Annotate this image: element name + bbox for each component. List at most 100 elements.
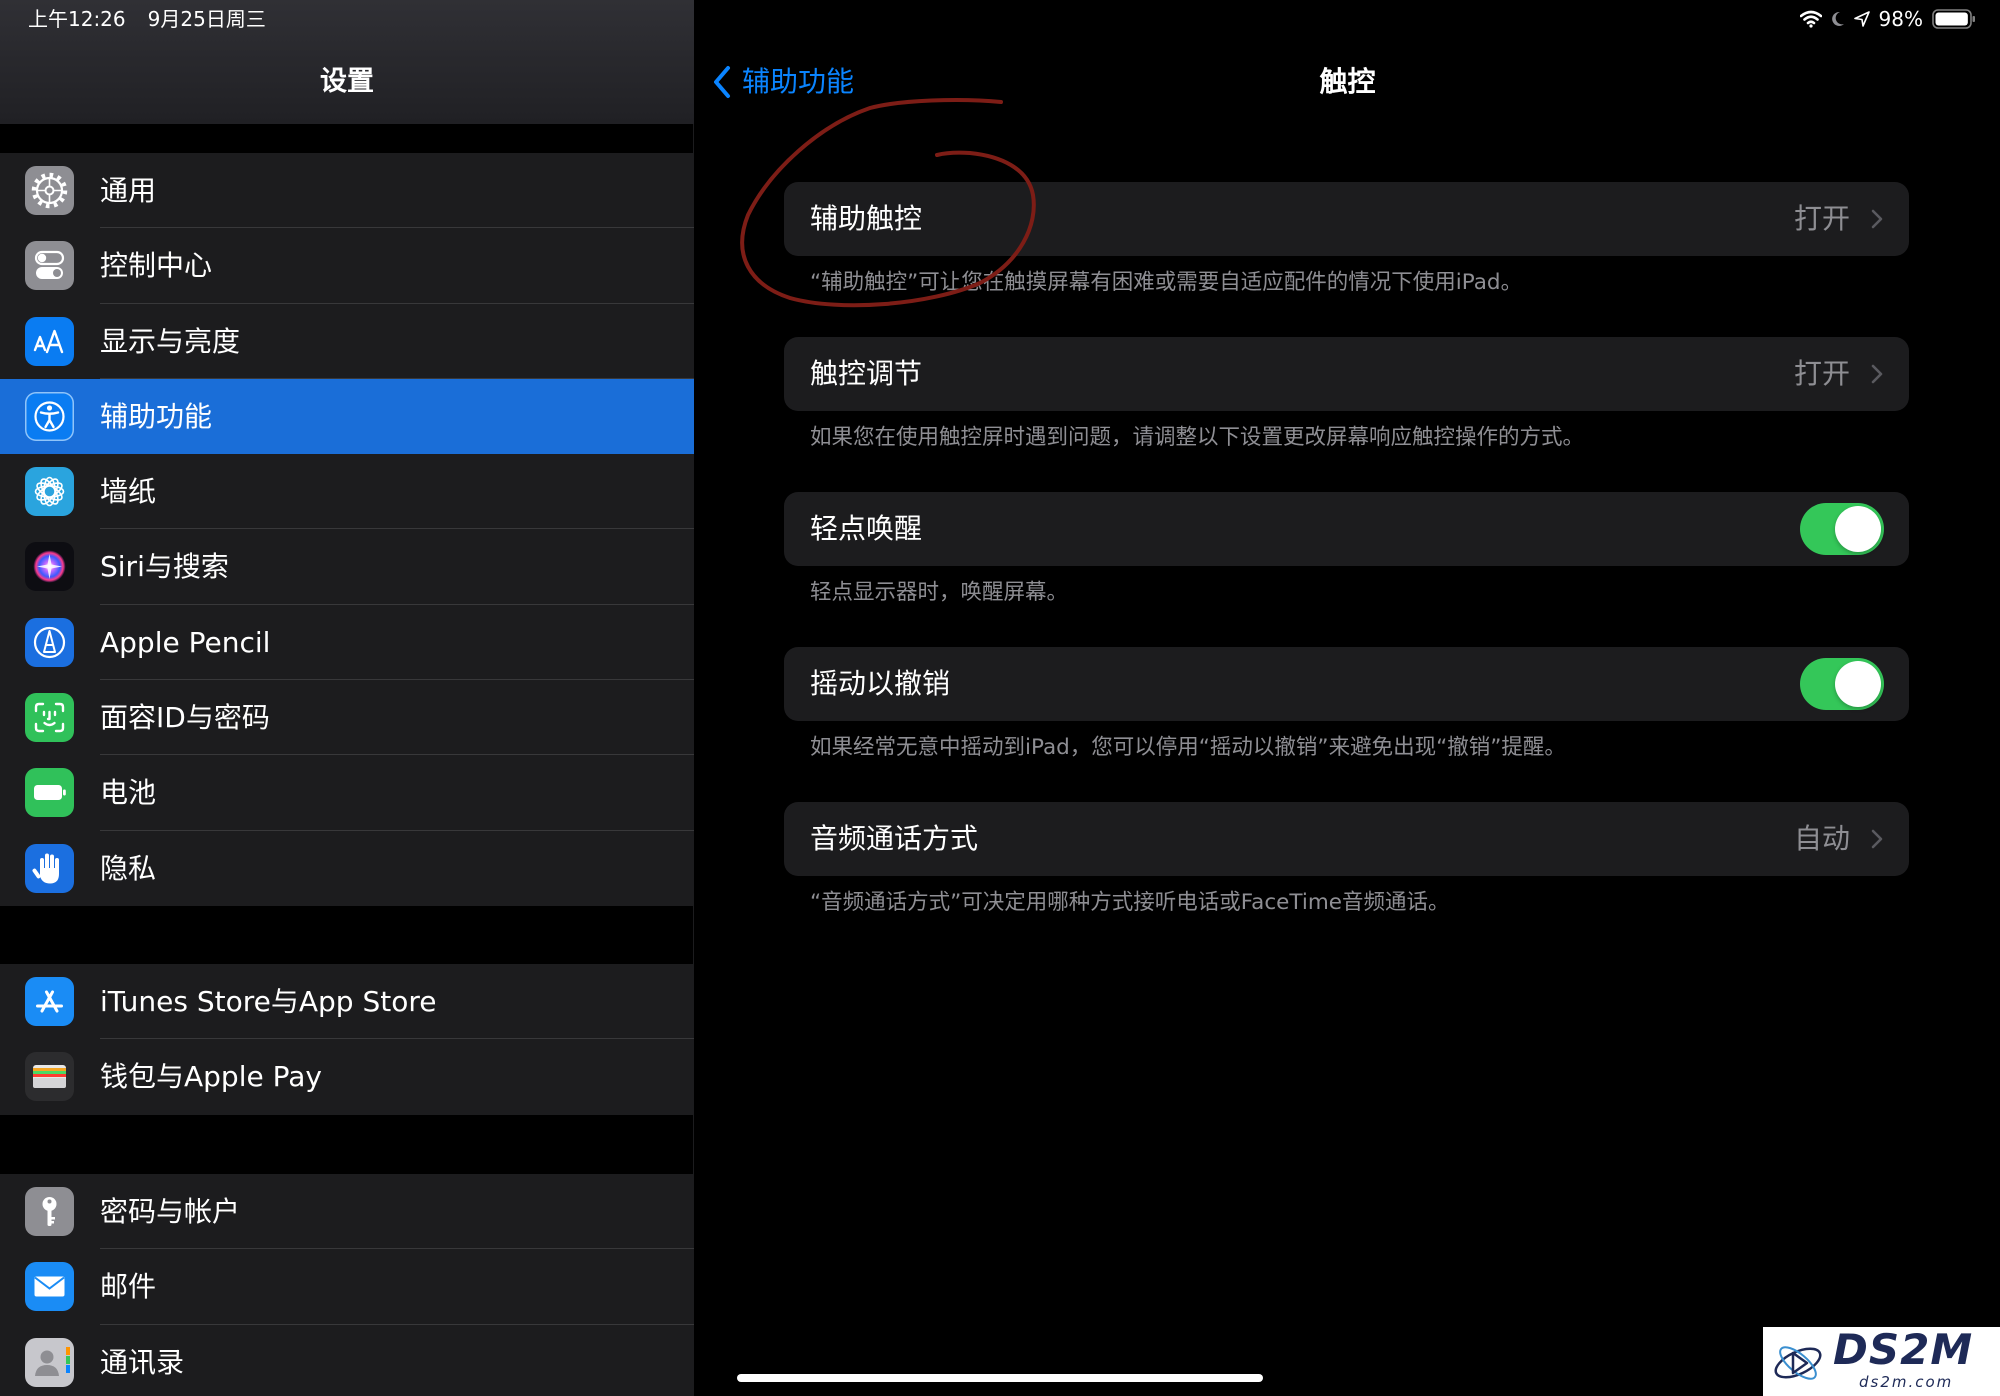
home-indicator[interactable] [737, 1374, 1263, 1382]
display-brightness-icon-graphic [33, 329, 64, 353]
tap-to-wake-row: 轻点唤醒 [784, 492, 1909, 566]
apple-pencil-icon-graphic [33, 626, 66, 658]
sidebar-item-wallpaper[interactable]: 墙纸 [0, 454, 694, 530]
sidebar-item-wallet-apple-pay[interactable]: 钱包与Apple Pay [0, 1039, 694, 1114]
row-title: 触控调节 [810, 357, 923, 390]
call-audio-routing-row[interactable]: 音频通话方式 自动 [784, 802, 1909, 876]
wallpaper-flower-icon [25, 467, 74, 517]
page-title: 触控 [1319, 65, 1376, 98]
sidebar-item-label: 面容ID与密码 [100, 701, 270, 735]
row-value: 自动 [1793, 822, 1850, 855]
sidebar-item-contacts[interactable]: 通讯录 [0, 1325, 694, 1396]
wallet-icon-graphic [33, 1065, 66, 1089]
sidebar-group-1: 通用 控制中心 显示与亮度 辅助功能 墙纸 Siri与搜索 Apple Penc… [0, 153, 694, 906]
sidebar-item-accessibility[interactable]: 辅助功能 [0, 378, 694, 455]
status-bar-left: 上午12:26 9月25日周三 [28, 6, 266, 32]
watermark-logo-text: DS2M [1833, 1325, 1974, 1374]
face-id-icon-graphic [34, 702, 65, 733]
chevron-right-icon [1871, 364, 1883, 384]
contacts-icon [25, 1337, 74, 1387]
watermark-logo-icon [1774, 1346, 1822, 1380]
status-battery-level [1935, 12, 1968, 26]
sidebar-item-control-center[interactable]: 控制中心 [0, 228, 694, 304]
row-value: 打开 [1793, 357, 1850, 390]
row-footer: “辅助触控”可让您在触摸屏幕有困难或需要自适应配件的情况下使用iPad。 [810, 270, 1523, 295]
moon-icon [1831, 11, 1844, 26]
sidebar-item-label: 电池 [100, 776, 157, 810]
sidebar-group-3: 密码与帐户 邮件 通讯录 [0, 1174, 694, 1396]
row-title: 摇动以撤销 [810, 667, 951, 700]
contacts-icon-graphic [35, 1346, 70, 1376]
status-date: 9月25日周三 [147, 7, 266, 31]
sidebar-item-general[interactable]: 通用 [0, 153, 694, 229]
privacy-hand-icon-graphic [32, 853, 59, 884]
accessibility-icon-graphic [34, 401, 65, 432]
sidebar-item-siri-search[interactable]: Siri与搜索 [0, 529, 694, 606]
sidebar-item-privacy[interactable]: 隐私 [0, 831, 694, 906]
location-arrow-icon [1853, 11, 1870, 27]
control-center-icon-graphic [34, 251, 65, 280]
row-title: 辅助触控 [810, 202, 923, 235]
touch-accommodations-row[interactable]: 触控调节 打开 [784, 337, 1909, 411]
sidebar-item-label: Siri与搜索 [100, 550, 229, 584]
gear-icon-graphic [31, 172, 68, 209]
row-title: 轻点唤醒 [810, 512, 923, 545]
key-icon [25, 1187, 74, 1236]
watermark-url: ds2m.com [1859, 1373, 1954, 1391]
sidebar-item-label: 钱包与Apple Pay [100, 1060, 322, 1094]
status-battery-percent: 98% [1878, 7, 1923, 31]
sidebar-item-battery[interactable]: 电池 [0, 755, 694, 831]
app-store-icon-graphic [36, 990, 63, 1013]
battery-icon [1932, 9, 1975, 29]
shake-to-undo-toggle[interactable] [1800, 658, 1884, 710]
sidebar-item-passwords-accounts[interactable]: 密码与帐户 [0, 1174, 694, 1250]
chevron-right-icon [1871, 209, 1883, 229]
sidebar-item-face-id-passcode[interactable]: 面容ID与密码 [0, 680, 694, 756]
row-title: 音频通话方式 [810, 822, 979, 855]
key-icon-graphic [42, 1197, 57, 1226]
mail-icon-graphic [34, 1276, 65, 1297]
sidebar-item-label: 显示与亮度 [100, 324, 241, 358]
chevron-right-icon [1871, 829, 1883, 849]
sidebar-title: 设置 [320, 66, 374, 97]
control-center-icon [25, 241, 74, 291]
row-value: 打开 [1793, 202, 1850, 235]
sidebar-item-label: 隐私 [100, 851, 157, 885]
shake-to-undo-row: 摇动以撤销 [784, 647, 1909, 721]
sidebar-item-label: 控制中心 [100, 249, 213, 283]
battery-icon-graphic [34, 785, 66, 801]
sidebar-item-mail[interactable]: 邮件 [0, 1249, 694, 1325]
tap-to-wake-toggle[interactable] [1800, 503, 1884, 555]
sidebar-item-label: 邮件 [100, 1270, 157, 1304]
accessibility-icon [25, 391, 74, 441]
wifi-icon [1799, 10, 1822, 28]
sidebar-item-label: 墙纸 [100, 475, 157, 509]
sidebar-item-label: Apple Pencil [100, 625, 271, 659]
wallet-icon [25, 1052, 74, 1102]
face-id-icon [25, 693, 74, 743]
sidebar-group-2: iTunes Store与App Store 钱包与Apple Pay [0, 964, 694, 1115]
gear-icon [25, 166, 74, 215]
siri-icon [25, 542, 74, 592]
sidebar-item-label: 辅助功能 [100, 399, 213, 433]
battery-icon [25, 768, 74, 818]
watermark: DS2M ds2m.com [1763, 1327, 2000, 1396]
row-footer: “音频通话方式”可决定用哪种方式接听电话或FaceTime音频通话。 [810, 890, 1450, 915]
sidebar-item-label: 密码与帐户 [100, 1195, 241, 1228]
display-brightness-icon [25, 316, 74, 366]
row-footer: 如果经常无意中摇动到iPad，您可以停用“摇动以撤销”来避免出现“撤销”提醒。 [810, 735, 1566, 760]
siri-icon-graphic [33, 550, 66, 583]
mail-icon [25, 1262, 74, 1312]
sidebar-item-apple-pencil[interactable]: Apple Pencil [0, 605, 694, 681]
status-bar-right: 98% [1799, 7, 1976, 31]
assistive-touch-row[interactable]: 辅助触控 打开 [784, 182, 1909, 256]
sidebar-item-display-brightness[interactable]: 显示与亮度 [0, 304, 694, 380]
sidebar-item-itunes-app-store[interactable]: iTunes Store与App Store [0, 964, 694, 1040]
apple-pencil-icon [25, 617, 74, 667]
status-time: 上午12:26 [28, 7, 126, 31]
sidebar-item-label: iTunes Store与App Store [100, 985, 437, 1018]
row-footer: 如果您在使用触控屏时遇到问题，请调整以下设置更改屏幕响应触控操作的方式。 [810, 425, 1585, 450]
toggle-knob [1835, 661, 1881, 707]
settings-sidebar: 设置 通用 控制中心 显示与亮度 辅助功能 墙纸 Siri与搜索 Apple P… [0, 0, 694, 1396]
sidebar-item-label: 通讯录 [100, 1345, 185, 1379]
